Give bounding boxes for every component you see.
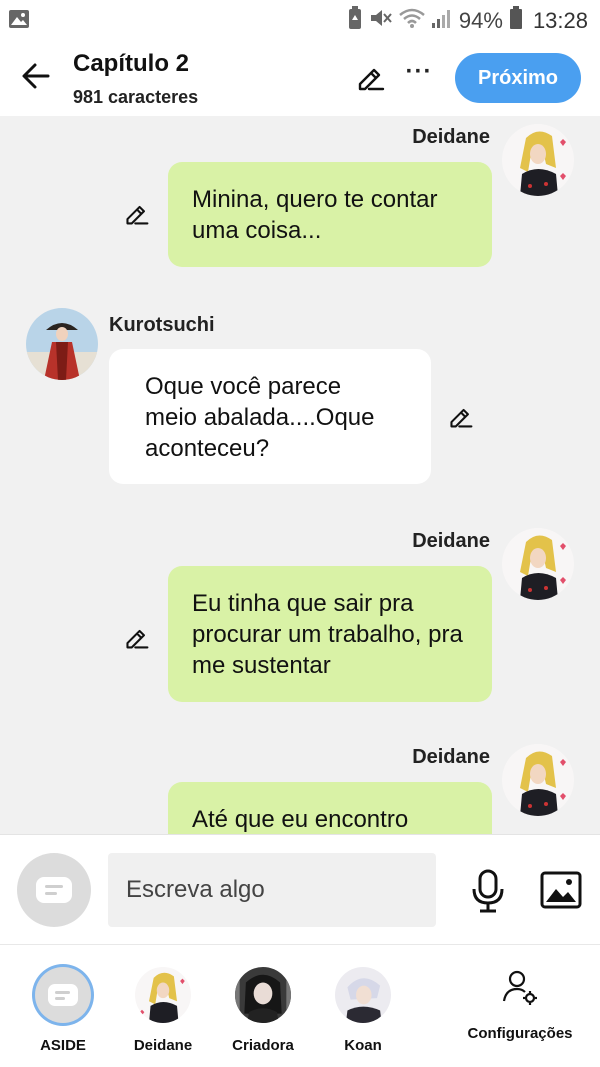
microphone-icon	[472, 869, 504, 913]
pencil-icon	[358, 68, 385, 91]
message-item: Deidane Minina, quero te contar uma cois…	[0, 116, 600, 276]
message-author: Kurotsuchi	[109, 314, 215, 336]
aside-avatar	[35, 967, 91, 1023]
avatar-koan	[335, 967, 391, 1023]
message-author: Deidane	[412, 126, 490, 148]
message-bubble[interactable]: Eu tinha que sair pra procurar um trabal…	[168, 566, 492, 702]
message-item: Deidane Até que eu encontro	[0, 736, 600, 834]
chat-bubble-icon	[36, 877, 72, 903]
edit-message-button[interactable]	[124, 624, 150, 650]
pencil-icon	[450, 408, 473, 428]
message-bubble[interactable]: Oque você parece meio abalada....Oque ac…	[109, 349, 431, 484]
character-label: ASIDE	[40, 1037, 86, 1054]
avatar-kurotsuchi[interactable]	[26, 308, 98, 380]
edit-title-button[interactable]	[356, 62, 386, 92]
avatar-deidane[interactable]	[502, 124, 574, 196]
more-options-button[interactable]: ···	[404, 60, 434, 92]
character-label: Koan	[344, 1037, 382, 1054]
clock: 13:28	[532, 8, 588, 33]
message-bubble[interactable]: Até que eu encontro	[168, 782, 492, 834]
signal-icon	[431, 7, 453, 35]
character-label: Deidane	[133, 1037, 193, 1054]
chat-area[interactable]: Deidane Minina, quero te contar uma cois…	[0, 116, 600, 834]
pencil-icon	[126, 205, 149, 225]
message-input-bar	[0, 834, 600, 944]
character-label: Criadora	[232, 1037, 294, 1054]
edit-message-button[interactable]	[124, 200, 150, 226]
message-input[interactable]	[108, 853, 436, 927]
settings-button[interactable]: Configurações	[460, 945, 580, 1067]
user-settings-icon	[502, 970, 537, 1005]
message-item: Deidane Eu tinha que sair pra procurar u…	[0, 520, 600, 710]
image-notification-icon	[8, 9, 30, 34]
battery-percent: 94%	[458, 8, 503, 33]
mute-icon	[369, 7, 393, 35]
message-bubble[interactable]: Minina, quero te contar uma coisa...	[168, 162, 492, 267]
battery-icon	[509, 6, 523, 36]
avatar-deidane[interactable]	[502, 744, 574, 816]
character-count: 981 caracteres	[73, 87, 199, 107]
pencil-icon	[126, 629, 149, 649]
image-icon	[540, 871, 582, 909]
wifi-icon	[399, 7, 425, 35]
status-bar: 94% 13:28	[0, 0, 600, 40]
edit-message-button[interactable]	[448, 403, 474, 429]
message-author: Deidane	[412, 746, 490, 768]
narrator-toggle-button[interactable]	[17, 853, 91, 927]
microphone-button[interactable]	[468, 869, 508, 913]
avatar-deidane[interactable]	[502, 528, 574, 600]
avatar-deidane	[135, 967, 191, 1023]
settings-label: Configurações	[467, 1025, 573, 1042]
character-aside[interactable]: ASIDE	[13, 945, 113, 1067]
avatar-criadora	[235, 967, 291, 1023]
arrow-left-icon	[22, 63, 50, 89]
character-koan[interactable]: Koan	[313, 945, 413, 1067]
next-button[interactable]: Próximo	[455, 53, 581, 103]
chapter-title: Capítulo 2	[73, 50, 190, 77]
back-button[interactable]	[18, 58, 54, 94]
message-author: Deidane	[412, 530, 490, 552]
attach-image-button[interactable]	[540, 871, 582, 909]
message-item: Kurotsuchi Oque você parece meio abalada…	[0, 296, 600, 496]
character-bar: ASIDE Deidane Criadora Koan Configuraçõe…	[0, 944, 600, 1067]
character-deidane[interactable]: Deidane	[113, 945, 213, 1067]
character-criadora[interactable]: Criadora	[213, 945, 313, 1067]
battery-saver-icon	[347, 6, 363, 36]
chapter-header: Capítulo 2 981 caracteres ··· Próximo	[0, 40, 600, 116]
